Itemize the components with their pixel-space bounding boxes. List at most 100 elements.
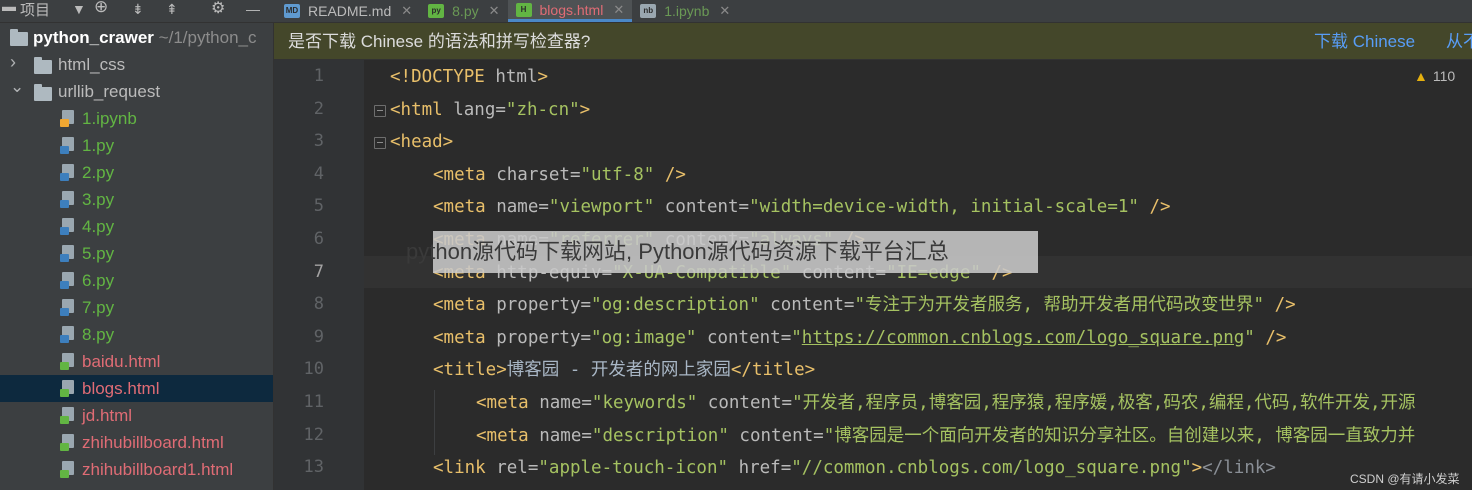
code-line[interactable]: <meta name="description" content="博客园是一个… bbox=[476, 427, 1415, 445]
code-line[interactable]: <meta charset="utf-8" /> bbox=[433, 166, 686, 184]
project-toolbar: ▬ 项目 ▼ ⊕ ⇟ ⇞ ⚙ — bbox=[0, 0, 272, 22]
python-file-icon: py bbox=[428, 4, 445, 18]
code-token: "utf-8" bbox=[580, 164, 655, 185]
python-file-icon bbox=[60, 218, 76, 235]
code-line[interactable]: <meta name="viewport" content="width=dev… bbox=[433, 198, 1171, 216]
code-token: "开发者,程序员,博客园,程序猿,程序媛,极客,码农,编程,代码,软件开发,开源 bbox=[792, 393, 1416, 413]
tree-item-zhihubillboard1-html[interactable]: zhihubillboard1.html bbox=[0, 456, 273, 483]
tree-item-label: jd.html bbox=[82, 406, 133, 425]
warning-count: 110 bbox=[1432, 68, 1456, 84]
fold-toggle-icon[interactable] bbox=[374, 137, 386, 150]
code-token: name= bbox=[496, 197, 549, 218]
collapse-all-icon[interactable]: ⇟ bbox=[132, 1, 144, 18]
code-line[interactable]: <html lang="zh-cn"> bbox=[390, 101, 590, 119]
code-token: <html bbox=[390, 99, 454, 120]
chevron-right-icon[interactable]: › bbox=[10, 53, 16, 71]
code-token: </link> bbox=[1202, 458, 1276, 479]
tab-readme[interactable]: MD README.md ✕ bbox=[276, 0, 420, 22]
code-token: /> bbox=[654, 164, 686, 185]
tree-item-label: zhihubillboard.html bbox=[82, 433, 224, 452]
code-line[interactable]: <!DOCTYPE html> bbox=[390, 68, 548, 86]
tree-item-baidu-html[interactable]: baidu.html bbox=[0, 348, 273, 375]
python-file-icon bbox=[60, 272, 76, 289]
code-token: content= bbox=[696, 327, 792, 348]
html-file-icon bbox=[60, 407, 76, 424]
code-token: "apple-touch-icon" bbox=[538, 458, 729, 479]
line-number: 12 bbox=[303, 424, 324, 445]
tree-item-jd-html[interactable]: jd.html bbox=[0, 402, 273, 429]
gear-icon[interactable]: ⚙ bbox=[211, 0, 225, 18]
code-token: "博客园是一个面向开发者的知识分享社区。自创建以来, 博客园一直致力并 bbox=[823, 425, 1416, 446]
chevron-down-icon[interactable]: ▼ bbox=[72, 1, 86, 17]
tree-item-5-py[interactable]: 5.py bbox=[0, 240, 273, 267]
line-number: 10 bbox=[303, 359, 324, 380]
tree-item-1-py[interactable]: 1.py bbox=[0, 132, 273, 159]
code-token: property= bbox=[496, 327, 592, 348]
code-line[interactable]: <title>博客园 - 开发者的网上家园</title> bbox=[433, 361, 815, 379]
code-token: "//common.cnblogs.com/logo_square.png" bbox=[791, 458, 1192, 479]
code-token: "width=device-width, initial-scale=1" bbox=[749, 197, 1139, 218]
tree-item-2-py[interactable]: 2.py bbox=[0, 159, 273, 186]
close-icon[interactable]: ✕ bbox=[489, 4, 500, 18]
tree-item-label: baidu.html bbox=[82, 352, 161, 371]
code-token: name= bbox=[539, 425, 592, 446]
code-line[interactable]: <meta property="og:image" content="https… bbox=[433, 329, 1286, 347]
tree-item-urllib-request[interactable]: ⌄ urllib_request bbox=[0, 78, 273, 105]
project-root[interactable]: python_crawer ~/1/python_c bbox=[0, 24, 273, 51]
fold-toggle-icon[interactable] bbox=[374, 104, 386, 117]
tab-8-py[interactable]: py 8.py ✕ bbox=[420, 0, 507, 22]
download-chinese-link[interactable]: 下载 Chinese bbox=[1314, 33, 1415, 50]
tab-label: README.md bbox=[308, 3, 392, 19]
tab-1-ipynb[interactable]: nb 1.ipynb ✕ bbox=[632, 0, 738, 22]
never-link[interactable]: 从不 bbox=[1446, 33, 1472, 50]
tree-item-3-py[interactable]: 3.py bbox=[0, 186, 273, 213]
expand-all-icon[interactable]: ⇞ bbox=[166, 1, 178, 18]
code-line[interactable]: <head> bbox=[390, 133, 453, 151]
code-token: "keywords" bbox=[591, 393, 698, 413]
code-editor[interactable]: 1 2 3 4 5 6 7 8 9 10 11 12 13 <!DOCTYPE html> <html la… bbox=[274, 60, 1472, 490]
line-number: 11 bbox=[303, 392, 324, 412]
tree-item-8-py[interactable]: 8.py bbox=[0, 321, 273, 348]
code-token: /> bbox=[1254, 327, 1287, 348]
python-file-icon bbox=[60, 245, 76, 262]
python-file-icon bbox=[60, 326, 76, 343]
tree-item-4-py[interactable]: 4.py bbox=[0, 213, 273, 240]
close-icon[interactable]: ✕ bbox=[719, 4, 730, 18]
tab-blogs-html[interactable]: H blogs.html ✕ bbox=[507, 0, 633, 22]
code-token: <meta bbox=[433, 197, 497, 218]
tree-item-zhihubillboard-html[interactable]: zhihubillboard.html bbox=[0, 429, 273, 456]
chevron-down-icon[interactable]: ⌄ bbox=[10, 78, 24, 95]
python-file-icon bbox=[60, 191, 76, 208]
inspection-warnings[interactable]: ▲ 110 bbox=[1414, 69, 1455, 83]
target-icon[interactable]: ⊕ bbox=[94, 0, 108, 17]
tree-item-1-ipynb[interactable]: 1.ipynb bbox=[0, 105, 273, 132]
warning-icon: ▲ bbox=[1414, 68, 1428, 84]
line-number: 4 bbox=[313, 163, 324, 184]
tree-item-html-css[interactable]: › html_css bbox=[0, 51, 273, 78]
code-line[interactable]: <link rel="apple-touch-icon" href="//com… bbox=[433, 459, 1276, 477]
ide-window: ▬ 项目 ▼ ⊕ ⇟ ⇞ ⚙ — MD README.md ✕ py 8.py … bbox=[0, 0, 1472, 490]
tree-item-blogs-html[interactable]: blogs.html bbox=[0, 375, 273, 402]
python-file-icon bbox=[60, 299, 76, 316]
minimize-icon[interactable]: — bbox=[246, 1, 260, 17]
notification-message: 是否下载 Chinese 的语法和拼写检查器? bbox=[288, 32, 591, 51]
code-line[interactable]: <meta name="keywords" content="开发者,程序员,博… bbox=[476, 394, 1416, 412]
project-panel: python_crawer ~/1/python_c › html_css ⌄ url… bbox=[0, 23, 274, 490]
code-token: /> bbox=[1138, 197, 1171, 218]
close-icon[interactable]: ✕ bbox=[613, 2, 624, 17]
close-icon[interactable]: ✕ bbox=[401, 4, 412, 18]
code-token: "og:description" bbox=[591, 295, 760, 316]
line-number: 9 bbox=[313, 326, 324, 347]
project-view-label[interactable]: 项目 bbox=[20, 3, 50, 18]
tab-label: 8.py bbox=[452, 3, 479, 19]
code-line[interactable]: <meta property="og:description" content=… bbox=[433, 296, 1296, 314]
code-token: "description" bbox=[591, 425, 729, 446]
tree-item-6-py[interactable]: 6.py bbox=[0, 267, 273, 294]
line-number: 1 bbox=[313, 66, 324, 86]
top-bar: ▬ 项目 ▼ ⊕ ⇟ ⇞ ⚙ — MD README.md ✕ py 8.py … bbox=[0, 0, 1472, 23]
folder-icon bbox=[34, 84, 52, 101]
code-token: <meta bbox=[433, 295, 497, 316]
html-file-icon bbox=[60, 380, 76, 397]
tree-item-7-py[interactable]: 7.py bbox=[0, 294, 273, 321]
tree-item-label: zhihubillboard1.html bbox=[82, 460, 234, 479]
